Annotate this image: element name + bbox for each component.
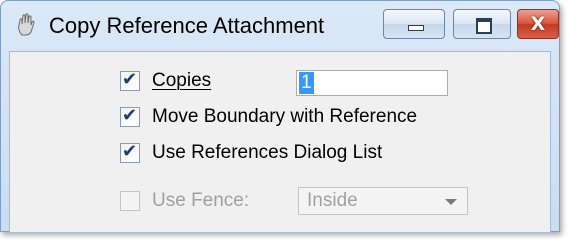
use-dialog-list-checkbox[interactable]: ✔: [120, 141, 140, 163]
close-icon: X: [530, 13, 546, 35]
move-boundary-label[interactable]: Move Boundary with Reference: [152, 106, 417, 128]
copies-value: 1: [299, 72, 314, 94]
check-icon: ✔: [122, 69, 138, 90]
dialog-content: ✔ Copies 1 ✔ Move Boundary with Referenc…: [9, 51, 551, 233]
title-bar[interactable]: Copy Reference Attachment X: [1, 1, 559, 51]
copies-checkbox[interactable]: ✔: [120, 69, 140, 91]
use-fence-label: Use Fence:: [152, 190, 250, 211]
use-fence-checkbox[interactable]: [120, 191, 140, 211]
check-icon: ✔: [122, 141, 138, 162]
maximize-icon: [476, 18, 492, 34]
move-boundary-row: ✔ Move Boundary with Reference: [120, 102, 417, 132]
check-icon: ✔: [122, 105, 138, 126]
copies-label[interactable]: Copies: [152, 70, 211, 92]
use-fence-row: Use Fence:: [120, 186, 249, 216]
use-dialog-list-row: ✔ Use References Dialog List: [120, 138, 382, 168]
minimize-icon: [408, 25, 424, 31]
chevron-down-icon: [445, 199, 457, 205]
copies-row: ✔ Copies: [120, 66, 211, 96]
move-boundary-checkbox[interactable]: ✔: [120, 105, 140, 127]
hand-icon: [18, 13, 35, 36]
minimize-button[interactable]: [383, 9, 445, 39]
window-title: Copy Reference Attachment: [49, 13, 325, 38]
copies-input[interactable]: 1: [296, 70, 448, 96]
maximize-button[interactable]: [453, 9, 511, 39]
fence-mode-select[interactable]: Inside: [298, 187, 468, 215]
use-dialog-list-label[interactable]: Use References Dialog List: [152, 142, 382, 164]
fence-mode-value: Inside: [307, 190, 358, 211]
dialog-window: Copy Reference Attachment X ✔ Copies 1 ✔…: [0, 0, 560, 233]
close-button[interactable]: X: [517, 9, 559, 39]
